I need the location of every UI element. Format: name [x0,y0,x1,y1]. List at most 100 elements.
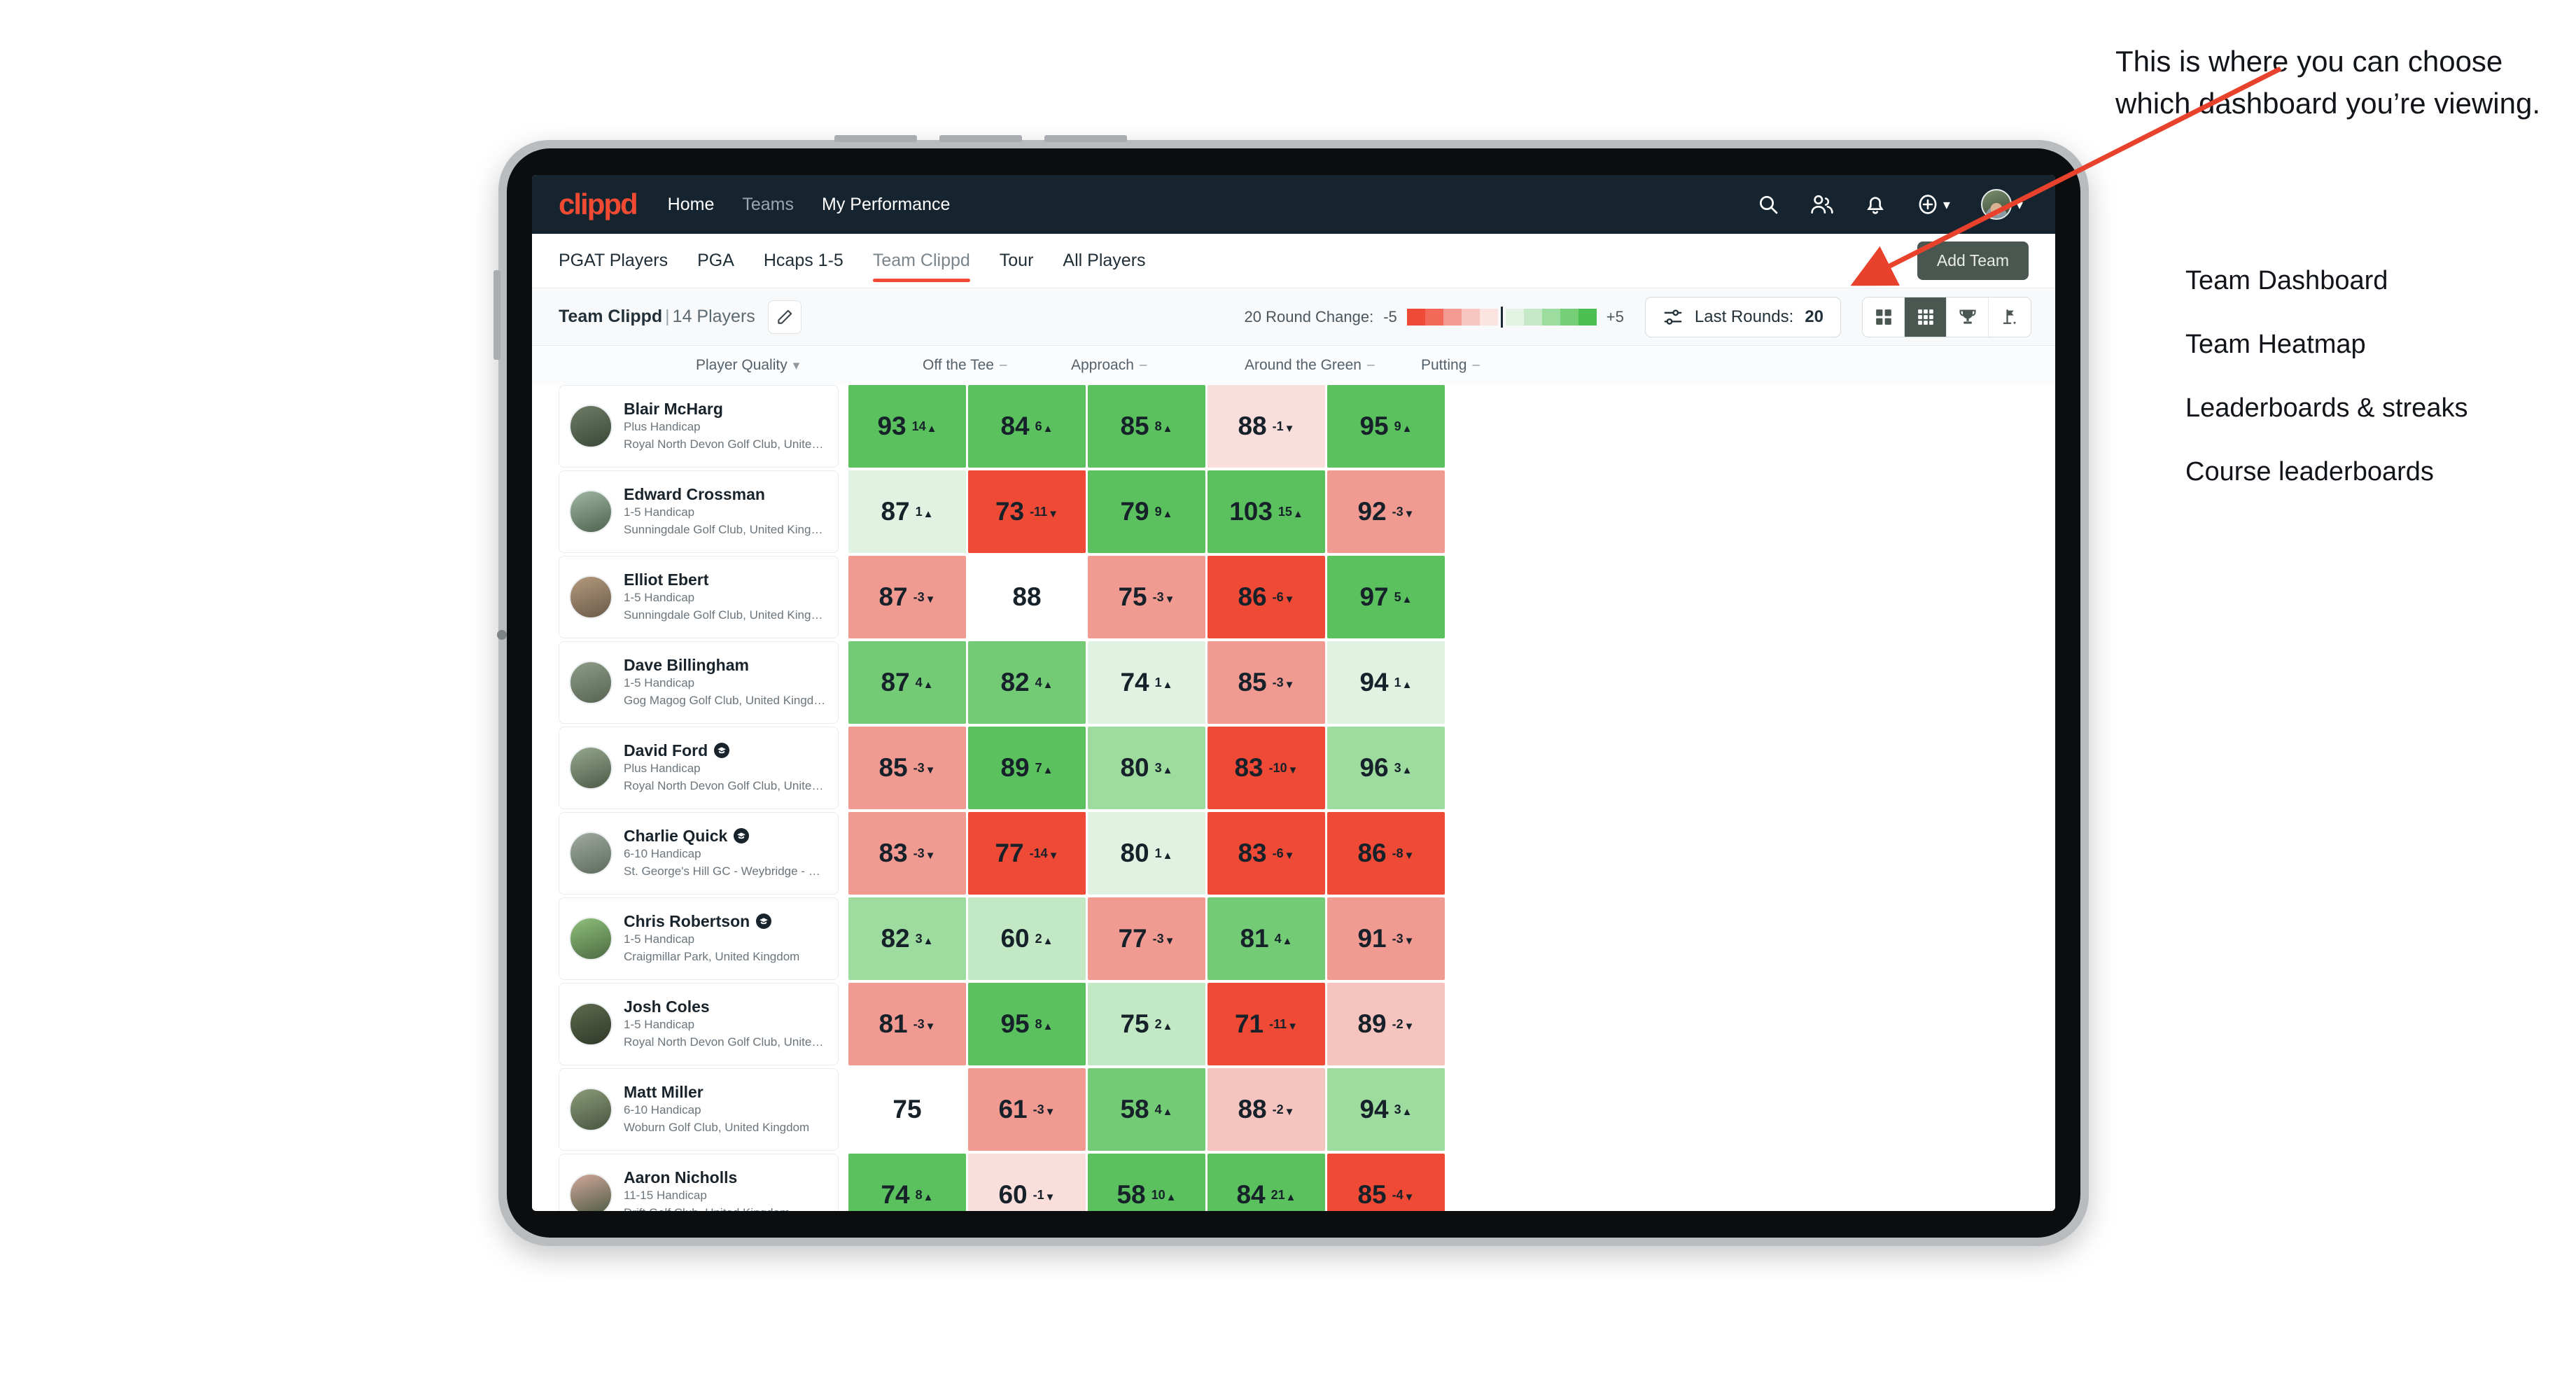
table-row[interactable]: Matt Miller 6-10 Handicap Woburn Golf Club… [559,1068,2055,1151]
heatmap-cell-around-the-green[interactable]: 88 -1 ▼ [1208,385,1325,468]
heatmap-cell-putting[interactable]: 91 -3 ▼ [1327,897,1445,980]
heatmap-cell-around-the-green[interactable]: 81 4 ▲ [1208,897,1325,980]
heatmap-cell-approach[interactable]: 80 1 ▲ [1088,812,1205,895]
player-club: Royal North Devon Golf Club, United King… [624,1035,828,1049]
heatmap-cell-around-the-green[interactable]: 84 21 ▲ [1208,1154,1325,1211]
heatmap-cell-off-the-tee[interactable]: 82 4 ▲ [968,641,1086,724]
heatmap-cell-player-quality[interactable]: 82 3 ▲ [848,897,966,980]
column-label: Off the Tee [923,357,994,373]
cell-value: 71 [1234,1009,1264,1038]
arrow-down-icon: ▼ [1284,422,1295,435]
cell-value: 97 [1359,582,1389,611]
table-row[interactable]: Blair McHarg Plus Handicap Royal North Dev… [559,385,2055,468]
heatmap-cell-approach[interactable]: 79 9 ▲ [1088,470,1205,553]
column-header-putting[interactable]: Putting – [1421,357,1480,374]
tab-pga[interactable]: PGA [697,234,734,288]
player-card[interactable]: David Ford Plus Handicap Royal North Devon… [559,727,839,809]
heatmap-cell-approach[interactable]: 58 10 ▲ [1088,1154,1205,1211]
heatmap-cell-approach[interactable]: 77 -3 ▼ [1088,897,1205,980]
heatmap-cell-off-the-tee[interactable]: 88 [968,556,1086,638]
heatmap-cell-approach[interactable]: 85 8 ▲ [1088,385,1205,468]
arrow-up-icon: ▲ [1162,764,1173,776]
nav-link-teams[interactable]: Teams [742,195,794,215]
column-header-off-the-tee[interactable]: Off the Tee – [923,357,1071,374]
table-row[interactable]: Aaron Nicholls 11-15 Handicap Drift Golf C… [559,1154,2055,1211]
people-icon[interactable] [1810,193,1834,216]
table-row[interactable]: David Ford Plus Handicap Royal North Devon… [559,727,2055,809]
heatmap-cell-around-the-green[interactable]: 103 15 ▲ [1208,470,1325,553]
player-card[interactable]: Aaron Nicholls 11-15 Handicap Drift Golf C… [559,1154,839,1211]
heatmap-cell-player-quality[interactable]: 75 [848,1068,966,1151]
tab-all-players[interactable]: All Players [1063,234,1145,288]
heatmap-cell-player-quality[interactable]: 93 14 ▲ [848,385,966,468]
tab-hcaps-1-5[interactable]: Hcaps 1-5 [764,234,844,288]
heatmap-cell-putting[interactable]: 85 -4 ▼ [1327,1154,1445,1211]
cell-delta: 4 ▲ [1274,931,1293,947]
player-card[interactable]: Matt Miller 6-10 Handicap Woburn Golf Club… [559,1068,839,1151]
heatmap-cell-approach[interactable]: 74 1 ▲ [1088,641,1205,724]
search-icon[interactable] [1757,193,1779,216]
heatmap-cell-approach[interactable]: 75 -3 ▼ [1088,556,1205,638]
heatmap-cell-putting[interactable]: 96 3 ▲ [1327,727,1445,809]
arrow-up-icon: ▲ [1162,1020,1173,1032]
heatmap-cell-approach[interactable]: 58 4 ▲ [1088,1068,1205,1151]
heatmap-cell-around-the-green[interactable]: 86 -6 ▼ [1208,556,1325,638]
heatmap-cell-player-quality[interactable]: 74 8 ▲ [848,1154,966,1211]
column-header-approach[interactable]: Approach – [1071,357,1245,374]
table-row[interactable]: Dave Billingham 1-5 Handicap Gog Magog Gol… [559,641,2055,724]
edit-team-button[interactable] [767,300,802,334]
tab-pgat-players[interactable]: PGAT Players [559,234,668,288]
heatmap-cell-putting[interactable]: 94 3 ▲ [1327,1068,1445,1151]
player-card[interactable]: Blair McHarg Plus Handicap Royal North Dev… [559,385,839,468]
heatmap-cell-off-the-tee[interactable]: 60 -1 ▼ [968,1154,1086,1211]
player-card[interactable]: Elliot Ebert 1-5 Handicap Sunningdale Golf… [559,556,839,638]
heatmap-cell-around-the-green[interactable]: 88 -2 ▼ [1208,1068,1325,1151]
table-row[interactable]: Elliot Ebert 1-5 Handicap Sunningdale Golf… [559,556,2055,638]
table-row[interactable]: Edward Crossman 1-5 Handicap Sunningdale G… [559,470,2055,553]
player-card[interactable]: Dave Billingham 1-5 Handicap Gog Magog Gol… [559,641,839,724]
heatmap-cell-putting[interactable]: 97 5 ▲ [1327,556,1445,638]
cell-delta: -6 ▼ [1272,589,1295,606]
heatmap-cell-approach[interactable]: 80 3 ▲ [1088,727,1205,809]
graduation-cap-icon [714,743,730,759]
heatmap-cell-around-the-green[interactable]: 83 -10 ▼ [1208,727,1325,809]
player-card[interactable]: Edward Crossman 1-5 Handicap Sunningdale G… [559,470,839,553]
tab-tour[interactable]: Tour [1000,234,1034,288]
heatmap-cell-approach[interactable]: 75 2 ▲ [1088,983,1205,1065]
heatmap-cell-putting[interactable]: 95 9 ▲ [1327,385,1445,468]
heatmap-cell-player-quality[interactable]: 87 1 ▲ [848,470,966,553]
heatmap-cell-off-the-tee[interactable]: 73 -11 ▼ [968,470,1086,553]
heatmap-cell-off-the-tee[interactable]: 84 6 ▲ [968,385,1086,468]
heatmap-cell-player-quality[interactable]: 87 4 ▲ [848,641,966,724]
heatmap-cell-off-the-tee[interactable]: 60 2 ▲ [968,897,1086,980]
table-row[interactable]: Charlie Quick 6-10 Handicap St. George's H… [559,812,2055,895]
heatmap-cell-putting[interactable]: 94 1 ▲ [1327,641,1445,724]
heatmap-cell-off-the-tee[interactable]: 61 -3 ▼ [968,1068,1086,1151]
heatmap-cell-off-the-tee[interactable]: 95 8 ▲ [968,983,1086,1065]
heatmap-cell-player-quality[interactable]: 81 -3 ▼ [848,983,966,1065]
clippd-logo[interactable]: clippd [559,188,638,221]
heatmap-cell-around-the-green[interactable]: 83 -6 ▼ [1208,812,1325,895]
heatmap-cell-player-quality[interactable]: 87 -3 ▼ [848,556,966,638]
arrow-down-icon: ▼ [1404,1191,1415,1203]
heatmap-cell-off-the-tee[interactable]: 89 7 ▲ [968,727,1086,809]
table-row[interactable]: Josh Coles 1-5 Handicap Royal North Devon … [559,983,2055,1065]
player-card[interactable]: Josh Coles 1-5 Handicap Royal North Devon … [559,983,839,1065]
nav-link-home[interactable]: Home [668,195,715,215]
last-rounds-filter-button[interactable]: Last Rounds: 20 [1644,296,1841,337]
player-card[interactable]: Charlie Quick 6-10 Handicap St. George's H… [559,812,839,895]
heatmap-cell-putting[interactable]: 92 -3 ▼ [1327,470,1445,553]
nav-link-my-performance[interactable]: My Performance [822,195,950,215]
heatmap-cell-player-quality[interactable]: 85 -3 ▼ [848,727,966,809]
table-row[interactable]: Chris Robertson 1-5 Handicap Craigmillar P… [559,897,2055,980]
heatmap-cell-putting[interactable]: 86 -8 ▼ [1327,812,1445,895]
heatmap-cell-player-quality[interactable]: 83 -3 ▼ [848,812,966,895]
heatmap-cell-off-the-tee[interactable]: 77 -14 ▼ [968,812,1086,895]
tab-team-clippd[interactable]: Team Clippd [872,234,970,288]
heatmap-cell-around-the-green[interactable]: 85 -3 ▼ [1208,641,1325,724]
column-header-player-quality[interactable]: Player Quality ▾ [696,357,923,374]
player-card[interactable]: Chris Robertson 1-5 Handicap Craigmillar P… [559,897,839,980]
column-header-around-the-green[interactable]: Around the Green – [1245,357,1421,374]
heatmap-cell-around-the-green[interactable]: 71 -11 ▼ [1208,983,1325,1065]
heatmap-cell-putting[interactable]: 89 -2 ▼ [1327,983,1445,1065]
